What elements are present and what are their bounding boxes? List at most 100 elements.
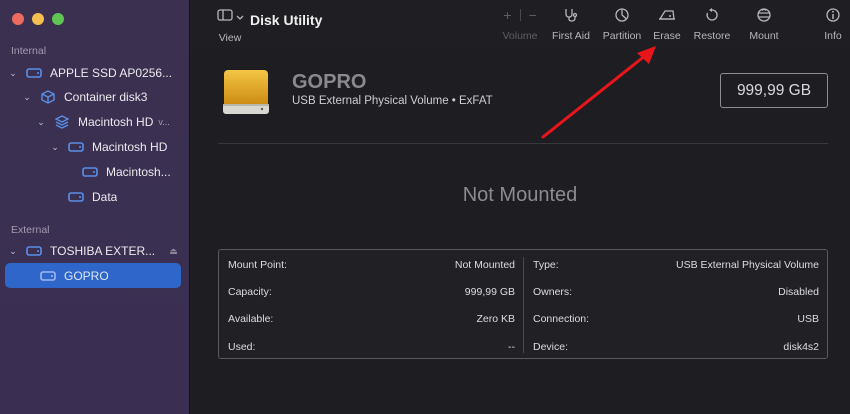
sidebar-item-toshiba[interactable]: ⌄ TOSHIBA EXTER... ⏏: [0, 240, 190, 262]
disk-icon: [82, 165, 98, 179]
chevron-down-icon[interactable]: ⌄: [22, 92, 32, 103]
sidebar: Internal ⌄ APPLE SSD AP0256... ⌄ Contain…: [0, 0, 190, 414]
volume-button[interactable]: + − Volume: [498, 6, 542, 42]
sidebar-item-apple-ssd[interactable]: ⌄ APPLE SSD AP0256...: [0, 62, 190, 84]
section-label-external: External: [11, 224, 50, 236]
mount-label: Mount: [749, 30, 779, 42]
info-row-mount-point: Mount Point: Not Mounted: [228, 251, 515, 279]
first-aid-label: First Aid: [552, 30, 590, 42]
sidebar-item-label: Macintosh HD: [92, 140, 168, 154]
mount-icon: [746, 6, 782, 24]
sidebar-item-label: TOSHIBA EXTER...: [50, 244, 156, 258]
mount-status: Not Mounted: [462, 184, 578, 206]
info-table: Mount Point: Not Mounted Capacity: 999,9…: [218, 249, 828, 359]
close-button[interactable]: [12, 13, 24, 25]
sidebar-item-label: APPLE SSD AP0256...: [50, 66, 173, 80]
sidebar-item-macintosh-snapshot[interactable]: Macintosh...: [0, 161, 190, 183]
info-value: 999,99 GB: [464, 286, 515, 298]
info-row-connection: Connection: USB: [533, 305, 819, 333]
erase-label: Erase: [653, 30, 681, 42]
info-value: Not Mounted: [454, 259, 515, 271]
info-button[interactable]: Info: [820, 6, 846, 42]
info-value: Disabled: [778, 286, 819, 298]
sidebar-item-label: Macintosh HD: [78, 115, 154, 129]
add-icon[interactable]: +: [503, 7, 511, 23]
volume-name: GOPRO: [292, 71, 367, 93]
sidebar-item-suffix: v...: [158, 117, 170, 127]
disk-icon: [26, 66, 42, 80]
info-label: Used:: [228, 341, 256, 353]
container-icon: [40, 90, 56, 104]
toolbar: View Disk Utility + − Volume First Aid P…: [190, 0, 850, 50]
restore-button[interactable]: Restore: [692, 6, 732, 42]
sidebar-item-data[interactable]: Data: [0, 186, 190, 208]
info-label: Connection:: [533, 313, 590, 325]
partition-icon: [598, 6, 646, 24]
view-button[interactable]: View: [210, 8, 250, 44]
info-label: Mount Point:: [228, 259, 287, 271]
first-aid-button[interactable]: First Aid: [548, 6, 594, 42]
info-row-type: Type: USB External Physical Volume: [533, 251, 819, 279]
sidebar-item-label: GOPRO: [64, 269, 109, 283]
info-value: USB External Physical Volume: [676, 259, 819, 271]
stethoscope-icon: [548, 6, 594, 24]
minimize-button[interactable]: [32, 13, 44, 25]
divider: [519, 9, 521, 21]
disk-icon: [26, 244, 42, 258]
info-label: Info: [824, 30, 842, 42]
info-label: Device:: [533, 341, 569, 353]
erase-button[interactable]: Erase: [650, 6, 684, 42]
window-controls: [12, 13, 64, 25]
info-value: Zero KB: [476, 313, 515, 325]
volume-size: 999,99 GB: [720, 73, 828, 108]
volume-label: Volume: [502, 30, 538, 42]
sidebar-item-label: Macintosh...: [106, 165, 171, 179]
info-icon: [820, 6, 846, 24]
erase-icon: [650, 6, 684, 24]
disk-icon: [68, 190, 84, 204]
external-drive-icon: [220, 66, 272, 123]
chevron-down-icon[interactable]: ⌄: [8, 246, 18, 257]
sidebar-item-label: Container disk3: [64, 90, 148, 104]
partition-button[interactable]: Partition: [598, 6, 646, 42]
info-value: --: [508, 341, 515, 353]
sidebar-item-macintosh-hd-volume-group[interactable]: ⌄ Macintosh HD v...: [0, 111, 190, 133]
info-row-device: Device: disk4s2: [533, 333, 819, 361]
info-row-owners: Owners: Disabled: [533, 278, 819, 306]
chevron-down-icon: [236, 8, 244, 26]
sidebar-item-label: Data: [92, 190, 118, 204]
info-value: disk4s2: [783, 341, 819, 353]
chevron-down-icon[interactable]: ⌄: [50, 142, 60, 153]
section-label-internal: Internal: [11, 45, 47, 57]
view-label: View: [218, 32, 242, 44]
info-label: Available:: [228, 313, 274, 325]
sidebar-toggle-icon: [216, 8, 233, 26]
column-divider: [523, 257, 524, 353]
chevron-down-icon[interactable]: ⌄: [8, 68, 18, 79]
divider: [218, 143, 828, 144]
volume-subtitle: USB External Physical Volume • ExFAT: [292, 95, 493, 107]
sidebar-item-container-disk3[interactable]: ⌄ Container disk3: [0, 86, 190, 108]
window-title: Disk Utility: [250, 12, 323, 28]
mount-button[interactable]: Mount: [746, 6, 782, 42]
info-row-used: Used: --: [228, 333, 515, 361]
restore-label: Restore: [693, 30, 731, 42]
zoom-button[interactable]: [52, 13, 64, 25]
info-label: Owners:: [533, 286, 573, 298]
sidebar-item-macintosh-hd[interactable]: ⌄ Macintosh HD: [0, 136, 190, 158]
sidebar-item-gopro[interactable]: GOPRO: [0, 265, 190, 287]
chevron-down-icon[interactable]: ⌄: [36, 117, 46, 128]
volume-stack-icon: [54, 115, 70, 129]
main-content: GOPRO USB External Physical Volume • ExF…: [190, 50, 850, 414]
disk-icon: [40, 269, 56, 283]
info-row-available: Available: Zero KB: [228, 305, 515, 333]
info-value: USB: [797, 313, 819, 325]
eject-icon[interactable]: ⏏: [169, 246, 178, 257]
remove-icon[interactable]: −: [529, 7, 537, 23]
info-label: Type:: [533, 259, 559, 271]
info-row-capacity: Capacity: 999,99 GB: [228, 278, 515, 306]
partition-label: Partition: [602, 30, 642, 42]
info-label: Capacity:: [228, 286, 272, 298]
restore-icon: [692, 6, 732, 24]
disk-icon: [68, 140, 84, 154]
